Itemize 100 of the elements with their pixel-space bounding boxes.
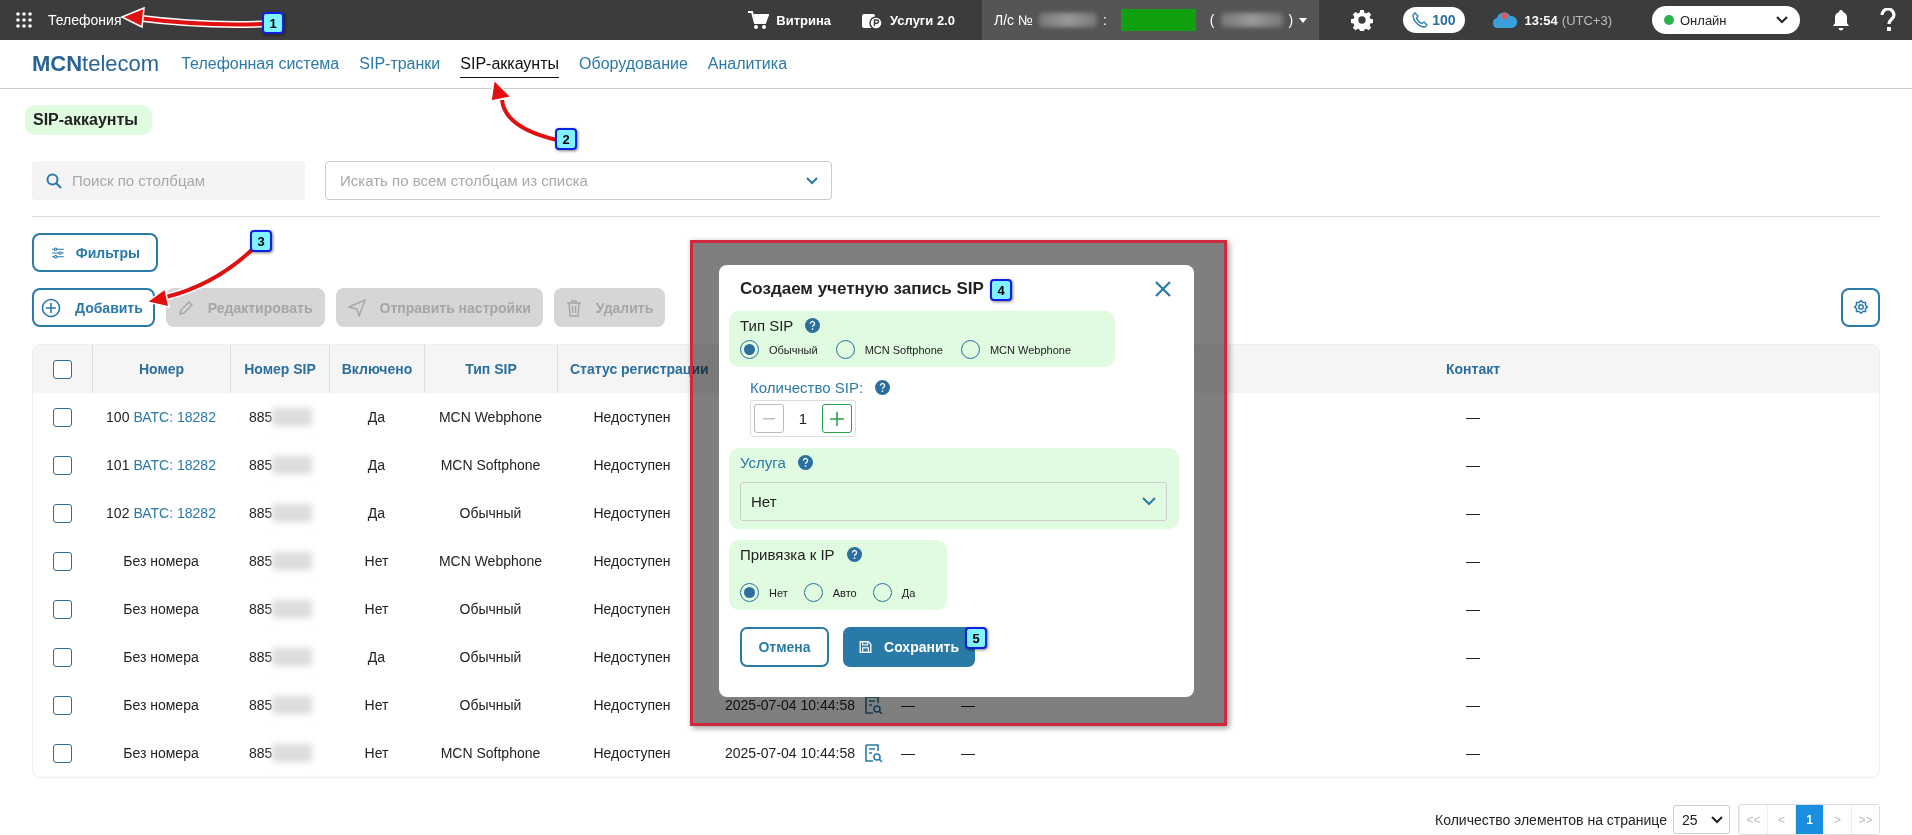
page-title: SIP-аккаунты <box>25 105 152 135</box>
table-cell-text: MCN Softphone <box>439 744 542 763</box>
increment-button[interactable] <box>822 404 852 433</box>
pbx-link[interactable]: ВАТС: 18282 <box>133 505 216 521</box>
trash-icon <box>565 298 582 317</box>
filters-button[interactable]: Фильтры <box>32 233 158 272</box>
brand-logo[interactable]: MCNtelecom <box>32 51 160 77</box>
sliders-icon <box>52 245 64 260</box>
separator-text: : <box>1102 12 1107 28</box>
radio-label[interactable]: Обычный <box>769 343 818 356</box>
table-cell-text: Недоступен <box>592 648 672 667</box>
callout-number: 2 <box>555 128 577 150</box>
table-cell-text: Нет <box>363 744 390 763</box>
radio-label[interactable]: Да <box>901 586 916 599</box>
column-header[interactable]: Контакт <box>1445 361 1501 377</box>
cancel-button[interactable]: Отмена <box>740 627 829 667</box>
column-search-field[interactable]: Поиск по столбцам <box>32 161 305 200</box>
nav-tab[interactable]: Телефонная система <box>181 51 340 77</box>
column-header[interactable]: Номер <box>92 345 230 393</box>
nav-tab[interactable]: Аналитика <box>707 51 788 77</box>
top-link[interactable]: Услуги 2.0 <box>890 12 955 28</box>
close-icon[interactable] <box>1154 280 1172 298</box>
settings-icon[interactable] <box>1351 9 1374 31</box>
column-header[interactable]: Номер SIP <box>230 345 329 393</box>
row-checkbox[interactable] <box>53 599 72 619</box>
table-cell: 885 <box>249 505 273 521</box>
field-label: Тип SIP <box>740 317 794 334</box>
table-cell-text: Нет <box>363 696 390 715</box>
nav-tab[interactable]: SIP-аккаунты <box>460 50 560 78</box>
help-icon[interactable] <box>846 547 862 562</box>
table-cell-text: Недоступен <box>592 504 672 523</box>
help-icon[interactable] <box>805 318 821 333</box>
table-cell: — <box>901 745 915 761</box>
nav-tab[interactable]: Оборудование <box>579 51 688 77</box>
table-settings-button[interactable] <box>1841 288 1880 327</box>
radio-label[interactable]: Нет <box>769 586 788 599</box>
column-header[interactable]: Тип SIP <box>424 345 557 393</box>
page-button[interactable]: 1 <box>1795 805 1823 834</box>
table-cell: Без номера <box>123 553 199 569</box>
cart-icon[interactable] <box>747 10 770 30</box>
blurred-text <box>272 552 313 570</box>
quantity-value[interactable]: 1 <box>796 410 810 427</box>
service-select[interactable]: Нет <box>740 482 1167 521</box>
table-cell-text: Нет <box>363 552 390 571</box>
table-cell: Без номера <box>123 697 199 713</box>
help-icon[interactable] <box>875 380 891 395</box>
help-icon[interactable] <box>797 455 813 470</box>
table-cell-text: Да <box>366 648 387 667</box>
table-cell: 885 <box>249 649 273 665</box>
column-select-field[interactable]: Искать по всем столбцам из списка <box>325 161 832 200</box>
row-checkbox[interactable] <box>53 551 72 571</box>
radio-label[interactable]: Авто <box>832 586 857 599</box>
account-selector[interactable]: Л/с № : ( ) <box>981 0 1320 40</box>
blurred-text <box>1220 13 1283 27</box>
table-cell: Без номера <box>123 601 199 617</box>
minus-icon <box>763 417 775 420</box>
radio-label[interactable]: MCN Webphone <box>989 343 1071 356</box>
status-dropdown[interactable]: Онлайн <box>1652 6 1800 34</box>
table-cell-text: MCN Softphone <box>439 456 542 475</box>
row-checkbox[interactable] <box>53 503 72 523</box>
row-checkbox[interactable] <box>53 455 72 475</box>
field-label: Привязка к IP <box>740 546 835 563</box>
table-cell-text: Да <box>366 504 387 523</box>
row-checkbox[interactable] <box>53 407 72 427</box>
table-cell: — <box>1466 745 1480 761</box>
dialog-title: Создаем учетную запись SIP <box>740 279 984 299</box>
toolbar-button[interactable]: Добавить <box>32 288 155 327</box>
calls-counter[interactable]: 100 <box>1403 7 1465 33</box>
table-cell-text: Недоступен <box>592 696 672 715</box>
table-cell: 885 <box>249 697 273 713</box>
table-cell-text: MCN Webphone <box>437 408 544 427</box>
blurred-text <box>272 648 313 666</box>
radio-label[interactable]: MCN Softphone <box>864 343 943 356</box>
table-cell-text: Недоступен <box>592 744 672 763</box>
table-cell-text: Недоступен <box>592 552 672 571</box>
column-header[interactable]: Включено <box>329 345 424 393</box>
table-cell-text: Недоступен <box>592 600 672 619</box>
apps-grid-icon[interactable] <box>16 12 32 28</box>
row-checkbox[interactable] <box>53 647 72 667</box>
nav-tab[interactable]: SIP-транки <box>359 51 441 77</box>
help-icon[interactable] <box>1880 8 1896 32</box>
pbx-link[interactable]: ВАТС: 18282 <box>133 409 216 425</box>
paper-plane-icon <box>347 298 366 317</box>
chevron-down-icon <box>1711 815 1723 824</box>
table-cell-text: Нет <box>363 600 390 619</box>
table-cell: 2025-07-04 10:44:58 <box>725 745 855 761</box>
app-title: Телефония <box>48 12 122 28</box>
top-link[interactable]: Витрина <box>776 12 832 28</box>
table-cell: — <box>1466 457 1480 473</box>
search-icon <box>46 173 62 189</box>
bell-icon[interactable] <box>1832 9 1850 31</box>
pbx-link[interactable]: ВАТС: 18282 <box>133 457 216 473</box>
document-search-icon[interactable] <box>863 695 883 715</box>
row-checkbox[interactable] <box>53 743 72 763</box>
row-checkbox[interactable] <box>53 695 72 715</box>
page-size-select[interactable]: 25 <box>1673 805 1730 834</box>
table-cell-text: Обычный <box>458 504 523 523</box>
callout-number: 5 <box>965 627 987 649</box>
table-cell: Без номера <box>123 649 199 665</box>
select-all-checkbox[interactable] <box>53 359 72 379</box>
